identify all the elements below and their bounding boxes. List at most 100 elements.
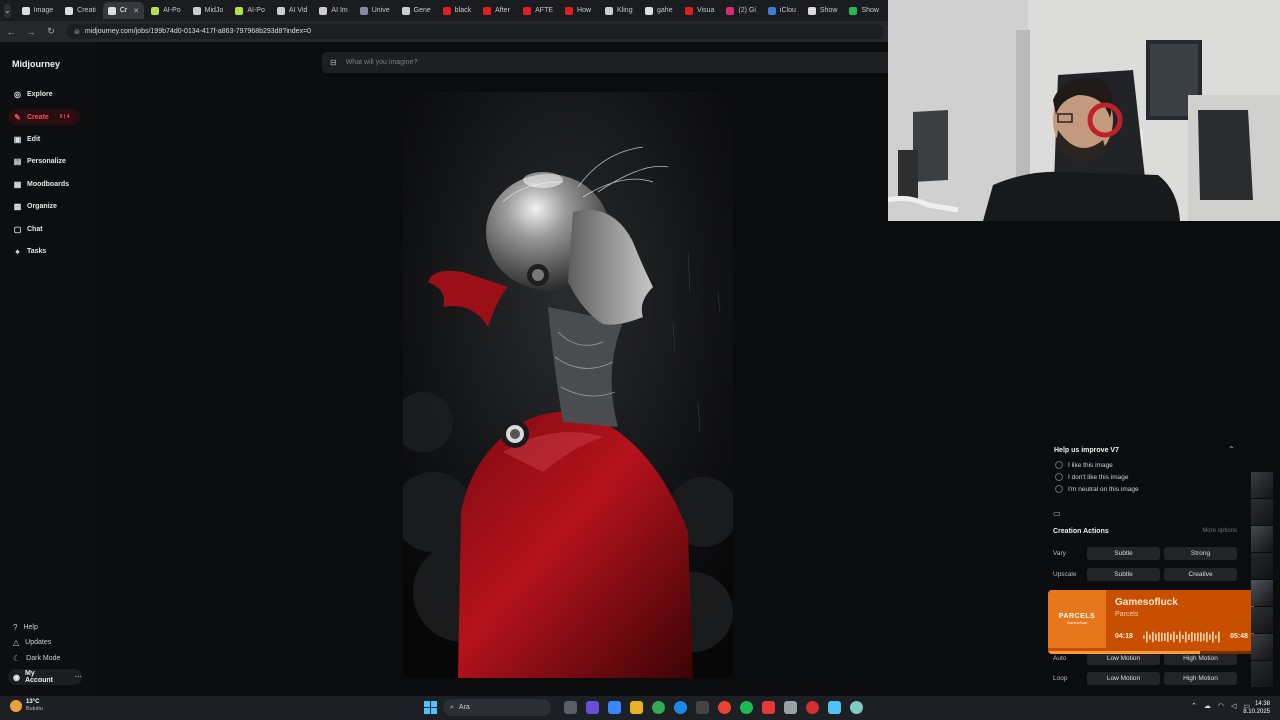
sidebar-footer-help[interactable]: ? Help <box>8 620 38 634</box>
radio-button[interactable] <box>1055 473 1063 481</box>
sidebar-item-organize[interactable]: ▩ Organize <box>8 198 80 214</box>
browser-tab[interactable]: AI Vid <box>272 2 313 19</box>
loop-high-motion-button[interactable]: High Motion <box>1164 672 1237 685</box>
prompt-input[interactable]: What will you imagine? <box>346 59 418 66</box>
waveform-bar <box>1182 635 1184 639</box>
history-thumbnail[interactable] <box>1251 580 1273 606</box>
weather-widget[interactable]: 13°C Bulutlu <box>10 699 43 713</box>
sidebar-item-explore[interactable]: ◎ Explore <box>8 86 80 102</box>
chrome-profile-icon[interactable] <box>718 701 731 714</box>
history-thumbnail[interactable] <box>1251 607 1273 633</box>
browser-tab[interactable]: AFTE <box>518 2 558 19</box>
more-options-link[interactable]: More options <box>1202 528 1237 534</box>
browser-tab[interactable]: Gene <box>397 2 436 19</box>
browser-tab[interactable]: Unive <box>355 2 395 19</box>
clock[interactable]: 14:38 8.10.2025 <box>1243 700 1270 716</box>
chrome-icon[interactable] <box>652 701 665 714</box>
radio-button[interactable] <box>1055 461 1063 469</box>
radio-button[interactable] <box>1055 485 1063 493</box>
app-teal-icon[interactable] <box>850 701 863 714</box>
sidebar-footer-updates[interactable]: △ Updates <box>8 635 51 649</box>
collapse-chevron-icon[interactable]: ⌃ <box>1228 445 1235 454</box>
browser-tab[interactable]: black <box>438 2 476 19</box>
file-explorer-icon[interactable] <box>630 701 643 714</box>
history-thumbnail[interactable] <box>1251 472 1273 498</box>
tab-search-icon[interactable]: ⌄ <box>4 3 11 18</box>
history-thumbnail[interactable] <box>1251 634 1273 660</box>
teams-icon[interactable] <box>586 701 599 714</box>
create-count-badge: 0 | 4 <box>59 114 70 120</box>
reload-icon[interactable]: ↻ <box>46 26 56 37</box>
sidebar-item-chat[interactable]: ▢ Chat <box>8 221 80 237</box>
history-thumbnail[interactable] <box>1251 526 1273 552</box>
history-thumbnail[interactable] <box>1251 553 1273 579</box>
browser-tab[interactable]: After <box>478 2 516 19</box>
browser-tab[interactable]: How <box>560 2 598 19</box>
windows-start-icon[interactable] <box>424 701 437 714</box>
folder-icon[interactable]: ▭ <box>1053 509 1061 518</box>
browser-tab[interactable]: Show <box>803 2 843 19</box>
sidebar-item-tasks[interactable]: ♠ Tasks <box>8 243 80 259</box>
chat-icon: ▢ <box>13 224 22 234</box>
more-icon[interactable]: ··· <box>75 674 82 681</box>
survey-option[interactable]: I'm neutral on this image <box>1055 485 1139 493</box>
site-info-icon[interactable]: ⊜ <box>74 28 80 36</box>
tab-close-icon[interactable]: ✕ <box>133 7 139 15</box>
browser-tab[interactable]: MidJo <box>188 2 229 19</box>
brand-logo[interactable]: Midjourney <box>12 59 60 69</box>
browser-tab[interactable]: AI Im <box>314 2 352 19</box>
browser-tab[interactable]: AI-Po <box>146 2 186 19</box>
volume-icon[interactable]: ◁ <box>1231 702 1236 710</box>
browser-tab[interactable]: Image <box>17 2 58 19</box>
browser-tab[interactable]: Show <box>844 2 884 19</box>
upscale-creative-button[interactable]: Creative <box>1164 568 1237 581</box>
back-icon[interactable]: ← <box>6 27 16 37</box>
spotify-icon[interactable] <box>740 701 753 714</box>
tray-chevron-icon[interactable]: ⌃ <box>1191 702 1197 710</box>
onedrive-icon[interactable]: ☁ <box>1204 702 1211 710</box>
generated-image[interactable] <box>403 92 733 678</box>
sidebar-footer-label: Help <box>23 623 38 631</box>
vary-strong-button[interactable]: Strong <box>1164 547 1237 560</box>
browser-tab[interactable]: AI-Po <box>230 2 270 19</box>
forward-icon[interactable]: → <box>26 27 36 37</box>
prompt-bar[interactable]: ⊟ What will you imagine? <box>322 52 890 73</box>
wifi-icon[interactable]: ◠ <box>1218 702 1224 710</box>
tab-favicon-icon <box>483 6 492 15</box>
browser-tab[interactable]: Kling <box>600 2 638 19</box>
vary-subtle-button[interactable]: Subtle <box>1087 547 1160 560</box>
sidebar-item-create[interactable]: ✎ Create 0 | 4 <box>8 109 80 125</box>
image-prompt-icon[interactable]: ⊟ <box>330 58 337 67</box>
obs-icon[interactable] <box>806 701 819 714</box>
screen: ⌄ Image Creati Cr ✕ AI-Po MidJo AI-Po AI Vid AI … <box>0 0 1280 720</box>
upscale-subtle-button[interactable]: Subtle <box>1087 568 1160 581</box>
copilot-icon[interactable] <box>608 701 621 714</box>
browser-tab[interactable]: Cr ✕ <box>102 2 145 19</box>
sidebar-item-moodboards[interactable]: ▦ Moodboards <box>8 176 80 192</box>
sidebar-item-edit[interactable]: ▣ Edit <box>8 131 80 147</box>
browser-tab[interactable]: Creati <box>60 2 101 19</box>
survey-option[interactable]: I like this image <box>1055 461 1113 469</box>
store-icon[interactable] <box>696 701 709 714</box>
browser-tab[interactable]: Visua <box>680 2 719 19</box>
settings-icon[interactable] <box>784 701 797 714</box>
tab-label: Cr <box>119 7 128 14</box>
my-account-button[interactable]: ◉ My Account ··· <box>8 669 82 685</box>
app-red-icon[interactable] <box>762 701 775 714</box>
photos-icon[interactable] <box>828 701 841 714</box>
task-view-icon[interactable] <box>564 701 577 714</box>
browser-tab[interactable]: (2) Gi <box>721 2 761 19</box>
survey-option[interactable]: I don't like this image <box>1055 473 1129 481</box>
edge-icon[interactable] <box>674 701 687 714</box>
browser-tab[interactable]: gahe <box>640 2 678 19</box>
browser-tab[interactable]: iClou <box>763 2 801 19</box>
sidebar-item-personalize[interactable]: ▤ Personalize <box>8 153 80 169</box>
waveform-bar <box>1215 635 1217 639</box>
loop-low-motion-button[interactable]: Low Motion <box>1087 672 1160 685</box>
address-bar[interactable]: ⊜ midjourney.com/jobs/199b74d0-0134-417f… <box>66 24 884 39</box>
history-thumbnail[interactable] <box>1251 499 1273 525</box>
sidebar-item-label: Tasks <box>27 247 47 255</box>
sidebar-footer-dark-mode[interactable]: ☾ Dark Mode <box>8 651 60 665</box>
taskbar-search[interactable]: ⌕ Ara <box>443 699 551 716</box>
history-thumbnail[interactable] <box>1251 661 1273 687</box>
